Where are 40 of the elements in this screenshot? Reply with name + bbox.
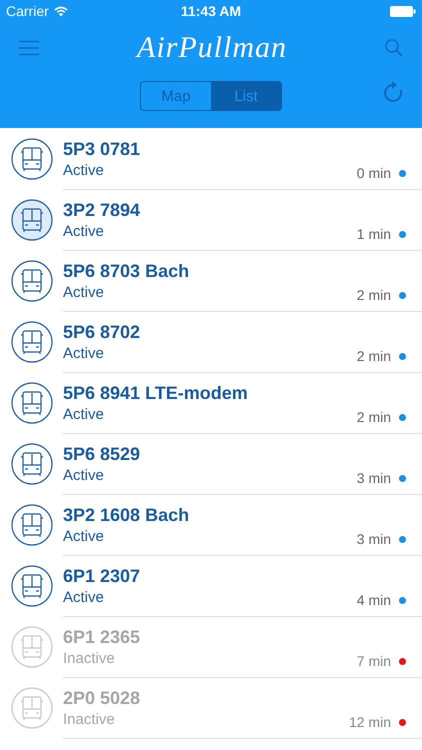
vehicle-status: Active (63, 467, 105, 484)
vehicle-name: 5P6 8702 (63, 322, 142, 343)
vehicle-name: 6P1 2307 (63, 566, 142, 587)
logo: AirPullman (137, 31, 287, 65)
vehicle-name: 6P1 2365 (63, 627, 142, 648)
segment-tab[interactable]: List (211, 82, 281, 110)
update-time: 7 min (356, 652, 391, 668)
update-time: 1 min (356, 226, 391, 242)
update-time: 2 min (356, 408, 391, 424)
vehicle-status: Inactive (63, 711, 116, 728)
vehicle-name: 5P6 8703 Bach (63, 261, 190, 282)
update-time: 0 min (356, 164, 391, 180)
search-icon[interactable] (384, 38, 404, 58)
refresh-icon[interactable] (382, 80, 404, 104)
wifi-icon (54, 6, 68, 16)
vehicle-name: 5P6 8529 (63, 444, 142, 465)
vehicle-name: 3P2 1608 Bach (63, 505, 190, 526)
vehicle-name: 3P2 7894 (63, 200, 142, 221)
battery-icon (390, 6, 416, 16)
vehicle-status: Active (63, 589, 105, 606)
vehicle-name: 5P3 0781 (63, 139, 142, 160)
menu-icon[interactable] (18, 40, 40, 56)
vehicle-status: Active (63, 284, 105, 301)
vehicle-status: Active (63, 406, 105, 423)
update-time: 2 min (356, 286, 391, 302)
segment-tab[interactable]: Map (141, 82, 211, 110)
vehicle-status: Active (63, 345, 105, 362)
update-time: 3 min (356, 530, 391, 546)
vehicle-status: Active (63, 528, 105, 545)
vehicle-name: 5P6 8941 LTE-modem (63, 383, 249, 404)
update-time: 4 min (356, 592, 391, 608)
vehicle-status: Inactive (63, 650, 116, 667)
update-time: 3 min (356, 470, 391, 486)
status-time: 11:43 AM (180, 3, 242, 19)
vehicle-status: Active (63, 162, 105, 179)
update-time: 12 min (348, 714, 391, 730)
update-time: 2 min (356, 348, 391, 364)
vehicle-status: Active (63, 223, 105, 240)
vehicle-name: 2P0 5028 (63, 688, 142, 709)
carrier-label: Carrier (6, 3, 49, 19)
